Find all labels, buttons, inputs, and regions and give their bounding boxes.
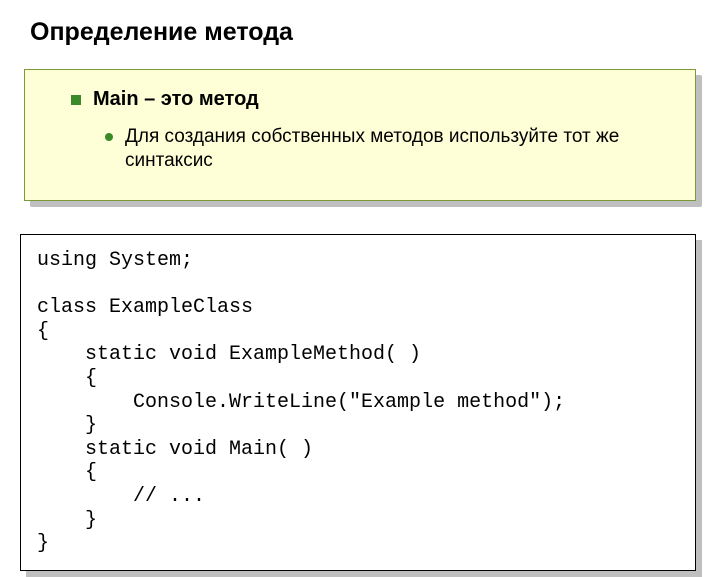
- code-line: }: [37, 414, 97, 437]
- code-line: static void ExampleMethod( ): [37, 343, 421, 366]
- sub-bullet-text: Для создания собственных методов использ…: [125, 125, 665, 174]
- code-line: static void Main( ): [37, 438, 313, 461]
- code-line: class ExampleClass: [37, 296, 253, 319]
- slide-title: Определение метода: [0, 18, 720, 47]
- dot-bullet-icon: [105, 133, 113, 141]
- code-panel: using System; class ExampleClass { stati…: [20, 234, 696, 571]
- code-line: {: [37, 461, 97, 484]
- bullet-panel: Main – это метод Для создания собственны…: [24, 69, 696, 201]
- code-line: }: [37, 532, 49, 555]
- code-line: using System;: [37, 249, 193, 272]
- code-line: {: [37, 367, 97, 390]
- bullet-level-1: Main – это метод: [71, 88, 677, 111]
- panel-body: Main – это метод Для создания собственны…: [24, 69, 696, 201]
- code-line: Console.WriteLine("Example method");: [37, 391, 565, 414]
- code-line: }: [37, 509, 97, 532]
- slide: Определение метода Main – это метод Для …: [0, 0, 720, 540]
- bullet-text: Main – это метод: [93, 88, 259, 111]
- code-line: {: [37, 320, 49, 343]
- square-bullet-icon: [71, 95, 81, 105]
- code-block: using System; class ExampleClass { stati…: [20, 234, 696, 571]
- bullet-level-2: Для создания собственных методов использ…: [105, 125, 677, 174]
- code-line: // ...: [37, 485, 205, 508]
